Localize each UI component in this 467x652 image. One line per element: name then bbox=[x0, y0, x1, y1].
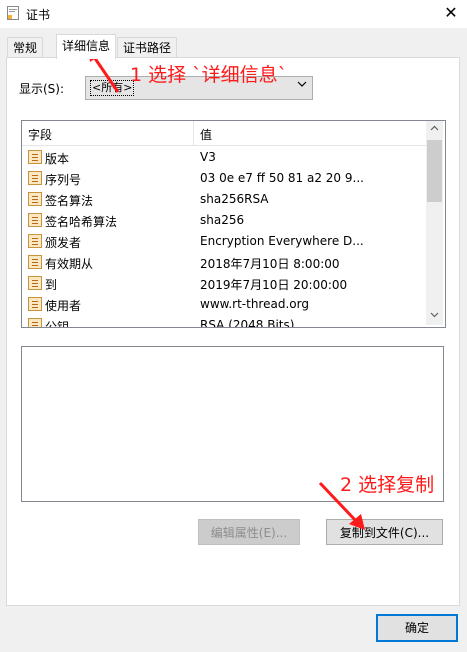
column-divider[interactable] bbox=[193, 121, 194, 145]
field-icon bbox=[28, 192, 42, 206]
list-item[interactable]: 版本 V3 bbox=[22, 147, 426, 168]
list-item[interactable]: 颁发者 Encryption Everywhere D... bbox=[22, 231, 426, 252]
field-list[interactable]: 字段 值 版本 V3 序列号 03 0e e7 ff 50 81 a2 20 9… bbox=[21, 120, 446, 328]
show-label: 显示(S): bbox=[19, 82, 65, 96]
tab-details[interactable]: 详细信息 bbox=[56, 34, 117, 59]
ok-button[interactable]: 确定 bbox=[376, 614, 458, 642]
scroll-up-icon[interactable] bbox=[426, 121, 443, 138]
field-icon bbox=[28, 171, 42, 185]
field-value: 2018年7月10日 8:00:00 bbox=[200, 257, 340, 271]
annotation-step-1: 1 选择 `详细信息` bbox=[130, 64, 288, 86]
tab-general[interactable]: 常规 bbox=[7, 37, 44, 58]
window-title: 证书 bbox=[26, 8, 51, 22]
field-name: 公钥 bbox=[45, 320, 70, 328]
field-icon bbox=[28, 318, 42, 327]
list-item[interactable]: 公钥 RSA (2048 Bits) bbox=[22, 315, 426, 328]
scroll-thumb[interactable] bbox=[427, 140, 442, 202]
field-icon bbox=[28, 297, 42, 311]
list-item[interactable]: 签名算法 sha256RSA bbox=[22, 189, 426, 210]
field-value: sha256 bbox=[200, 213, 245, 227]
field-value: 2019年7月10日 20:00:00 bbox=[200, 278, 348, 292]
list-item[interactable]: 使用者 www.rt-thread.org bbox=[22, 294, 426, 315]
field-value: sha256RSA bbox=[200, 192, 269, 206]
field-value: Encryption Everywhere D... bbox=[200, 234, 364, 248]
annotation-arrow-2 bbox=[318, 481, 365, 530]
title-bar: 证书 ✕ bbox=[0, 0, 467, 28]
close-icon[interactable]: ✕ bbox=[440, 3, 462, 23]
field-value: 03 0e e7 ff 50 81 a2 20 9... bbox=[200, 171, 364, 185]
field-icon bbox=[28, 255, 42, 269]
column-header-value[interactable]: 值 bbox=[200, 126, 212, 143]
column-header-field[interactable]: 字段 bbox=[28, 126, 52, 143]
field-value: RSA (2048 Bits) bbox=[200, 318, 295, 328]
field-icon bbox=[28, 234, 42, 248]
field-name: 有效期从 bbox=[45, 257, 94, 271]
field-name: 使用者 bbox=[45, 299, 82, 313]
field-name: 签名哈希算法 bbox=[45, 215, 118, 229]
field-value: V3 bbox=[200, 150, 216, 164]
list-item[interactable]: 签名哈希算法 sha256 bbox=[22, 210, 426, 231]
list-item[interactable]: 有效期从 2018年7月10日 8:00:00 bbox=[22, 252, 426, 273]
certificate-icon bbox=[7, 6, 19, 20]
field-name: 到 bbox=[45, 278, 58, 292]
list-item[interactable]: 序列号 03 0e e7 ff 50 81 a2 20 9... bbox=[22, 168, 426, 189]
field-name: 版本 bbox=[45, 152, 70, 166]
field-icon bbox=[28, 276, 42, 290]
list-scrollbar[interactable] bbox=[426, 121, 443, 325]
field-icon bbox=[28, 213, 42, 227]
field-name: 颁发者 bbox=[45, 236, 82, 250]
list-header: 字段 值 bbox=[22, 121, 426, 146]
chevron-down-icon bbox=[297, 80, 307, 91]
edit-properties-button[interactable]: 编辑属性(E)... bbox=[198, 519, 300, 545]
field-name: 序列号 bbox=[45, 173, 82, 187]
field-value: www.rt-thread.org bbox=[200, 297, 309, 311]
scroll-down-icon[interactable] bbox=[426, 308, 443, 325]
list-item[interactable]: 到 2019年7月10日 20:00:00 bbox=[22, 273, 426, 294]
field-name: 签名算法 bbox=[45, 194, 94, 208]
field-icon bbox=[28, 150, 42, 164]
